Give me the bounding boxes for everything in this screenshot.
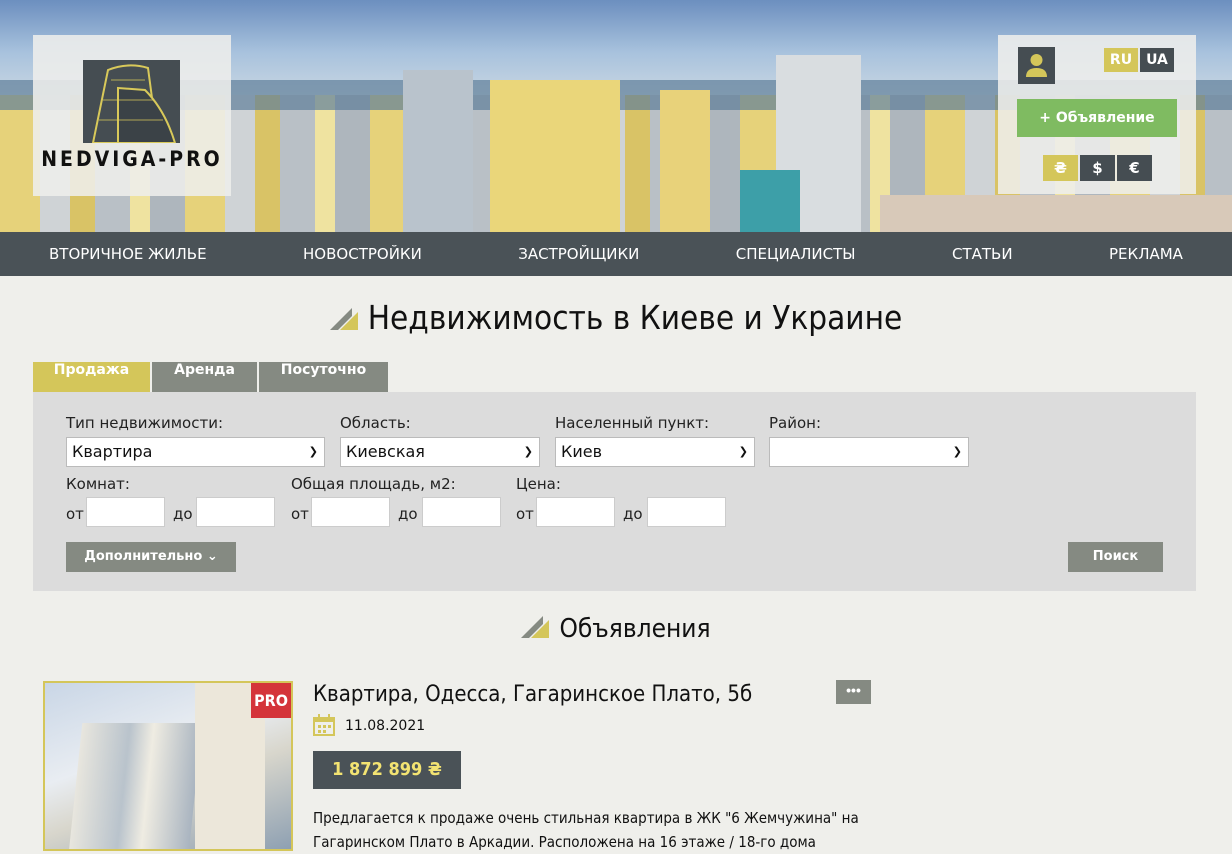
chevron-down-icon: ❯ bbox=[952, 445, 962, 458]
more-filters-button[interactable]: Дополнительно ⌄ bbox=[66, 542, 236, 572]
currency-eur-button[interactable]: € bbox=[1117, 155, 1152, 181]
listings-title: Объявления bbox=[0, 614, 1232, 644]
price-to-label: до bbox=[623, 505, 643, 523]
listing-price: 1 872 899 ₴ bbox=[313, 751, 461, 789]
rooms-from-input[interactable] bbox=[86, 497, 165, 527]
search-form: Тип недвижимости: Квартира ❯ Область: Кие… bbox=[33, 392, 1196, 591]
currency-usd-button[interactable]: $ bbox=[1080, 155, 1115, 181]
chevron-down-icon: ❯ bbox=[523, 445, 533, 458]
property-type-select[interactable]: Квартира ❯ bbox=[66, 437, 325, 467]
listing-more-button[interactable]: ••• bbox=[836, 680, 871, 704]
city-select[interactable]: Киев ❯ bbox=[555, 437, 755, 467]
area-to-input[interactable] bbox=[422, 497, 501, 527]
price-label: Цена: bbox=[516, 475, 561, 493]
chevron-down-icon: ❯ bbox=[738, 445, 748, 458]
logo-text: NEDVIGA-PRO bbox=[41, 147, 223, 171]
logo[interactable]: NEDVIGA-PRO bbox=[33, 35, 231, 196]
area-from-input[interactable] bbox=[311, 497, 390, 527]
district-select[interactable]: ❯ bbox=[769, 437, 969, 467]
deal-type-tabs: Продажа Аренда Посуточно bbox=[33, 362, 390, 392]
rooms-to-input[interactable] bbox=[196, 497, 275, 527]
area-to-label: до bbox=[398, 505, 418, 523]
region-label: Область: bbox=[340, 414, 411, 432]
region-select[interactable]: Киевская ❯ bbox=[340, 437, 540, 467]
title-mark-icon bbox=[521, 615, 550, 638]
calendar-icon bbox=[313, 714, 335, 736]
listing-date: 11.08.2021 bbox=[345, 718, 426, 734]
rooms-label: Комнат: bbox=[66, 475, 130, 493]
chevron-down-icon: ❯ bbox=[308, 445, 318, 458]
price-to-input[interactable] bbox=[647, 497, 726, 527]
area-label: Общая площадь, м2: bbox=[291, 475, 456, 493]
pro-badge: PRO bbox=[251, 683, 291, 718]
add-listing-button[interactable]: + Объявление bbox=[1017, 99, 1177, 137]
district-label: Район: bbox=[769, 414, 822, 432]
tab-daily[interactable]: Посуточно bbox=[259, 362, 388, 392]
property-type-label: Тип недвижимости: bbox=[66, 414, 224, 432]
rooms-to-label: до bbox=[173, 505, 193, 523]
nav-developers[interactable]: ЗАСТРОЙЩИКИ bbox=[518, 232, 639, 276]
area-from-label: от bbox=[291, 505, 309, 523]
nav-articles[interactable]: СТАТЬИ bbox=[952, 232, 1013, 276]
nav-secondary-housing[interactable]: ВТОРИЧНОЕ ЖИЛЬЕ bbox=[49, 232, 207, 276]
listing-description: Предлагается к продаже очень стильная кв… bbox=[313, 809, 859, 851]
chevron-down-icon: ⌄ bbox=[206, 549, 218, 564]
price-from-label: от bbox=[516, 505, 534, 523]
main-nav: ВТОРИЧНОЕ ЖИЛЬЕ НОВОСТРОЙКИ ЗАСТРОЙЩИКИ … bbox=[0, 232, 1232, 276]
user-icon bbox=[1026, 54, 1047, 77]
tab-sale[interactable]: Продажа bbox=[33, 362, 150, 392]
lang-ru-button[interactable]: RU bbox=[1104, 48, 1138, 72]
tab-rent[interactable]: Аренда bbox=[152, 362, 257, 392]
page-title: Недвижимость в Киеве и Украине bbox=[0, 298, 1232, 337]
rooms-from-label: от bbox=[66, 505, 84, 523]
lang-ua-button[interactable]: UA bbox=[1140, 48, 1174, 72]
search-button[interactable]: Поиск bbox=[1068, 542, 1163, 572]
listing-photo[interactable]: PRO bbox=[43, 681, 293, 851]
logo-tower-icon bbox=[83, 60, 180, 143]
nav-advertising[interactable]: РЕКЛАМА bbox=[1109, 232, 1183, 276]
header-utility-panel: RU UA + Объявление ₴ $ € bbox=[998, 35, 1196, 194]
title-mark-icon bbox=[329, 299, 358, 330]
city-label: Населенный пункт: bbox=[555, 414, 710, 432]
user-account-button[interactable] bbox=[1018, 47, 1055, 84]
price-from-input[interactable] bbox=[536, 497, 615, 527]
nav-specialists[interactable]: СПЕЦИАЛИСТЫ bbox=[736, 232, 856, 276]
currency-uah-button[interactable]: ₴ bbox=[1043, 155, 1078, 181]
nav-new-buildings[interactable]: НОВОСТРОЙКИ bbox=[303, 232, 422, 276]
listing-title[interactable]: Квартира, Одесса, Гагаринское Плато, 5б bbox=[313, 682, 752, 707]
